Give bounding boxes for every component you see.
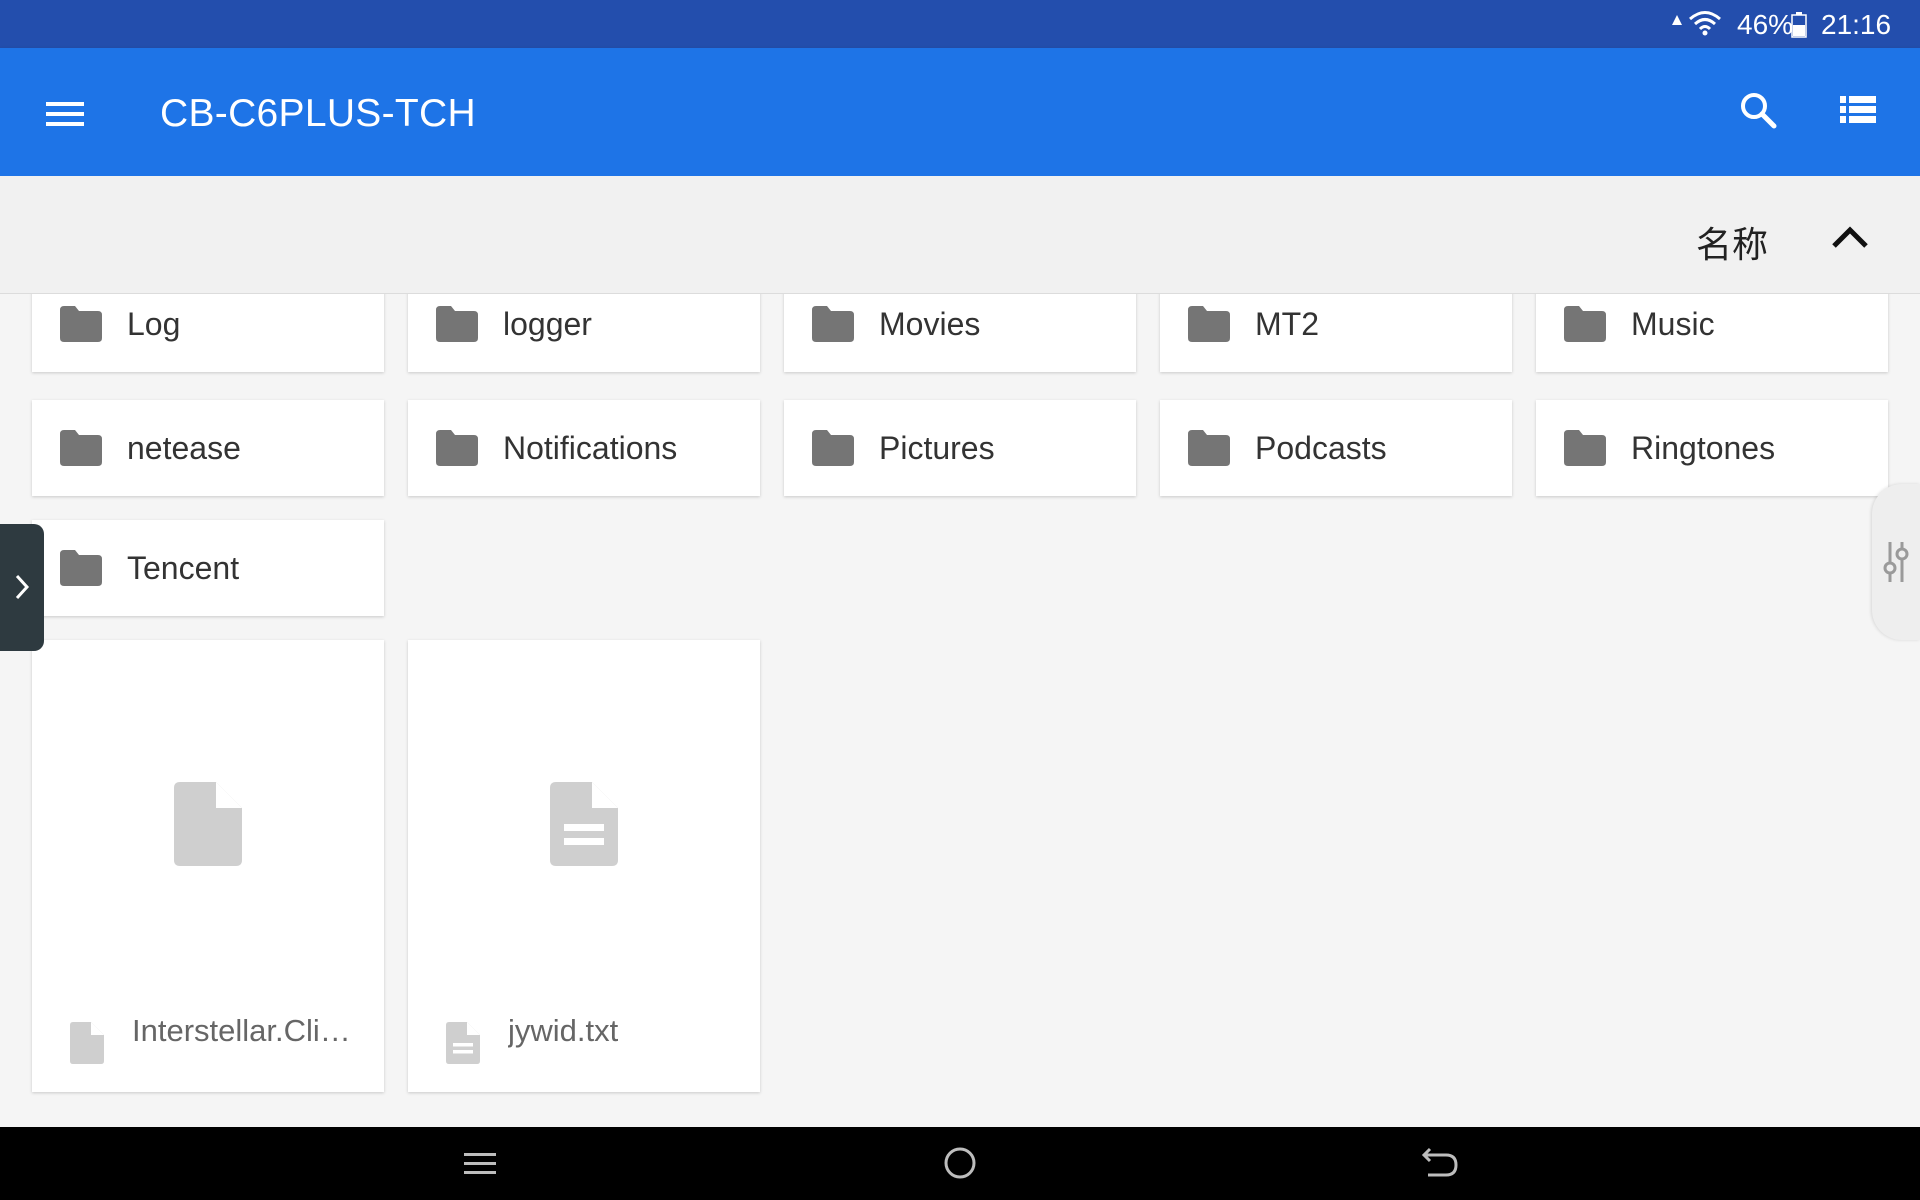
- folder-name: Movies: [879, 306, 981, 342]
- file-grid: Log logger Movies MT2 Music netease Noti…: [0, 294, 1920, 1127]
- folder-icon: [436, 430, 478, 466]
- back-icon: [1416, 1147, 1464, 1189]
- folder-name: Pictures: [879, 430, 995, 466]
- status-bar: 46% 21:16: [0, 0, 1920, 48]
- folder-icon: [1564, 306, 1606, 342]
- clock: 21:16: [1821, 9, 1892, 40]
- file-name: Interstellar.Cli…: [132, 1013, 351, 1048]
- home-button[interactable]: [936, 1141, 984, 1185]
- folder-icon: [1188, 306, 1230, 342]
- file-item[interactable]: jywid.txt: [408, 640, 760, 1092]
- folder-name: Podcasts: [1255, 430, 1387, 466]
- folder-item[interactable]: Movies: [784, 294, 1136, 372]
- home-icon: [936, 1147, 984, 1189]
- text-file-icon: [446, 1022, 480, 1064]
- folder-icon: [60, 550, 102, 586]
- app-bar: CB-C6PLUS-TCH: [0, 48, 1920, 176]
- signal-icon: [1672, 12, 1682, 30]
- folder-item[interactable]: Log: [32, 294, 384, 372]
- sort-direction-button[interactable]: [1826, 214, 1874, 262]
- folder-name: Music: [1631, 306, 1715, 342]
- battery-icon: [1791, 12, 1807, 43]
- text-file-icon: [550, 782, 618, 866]
- folder-item[interactable]: netease: [32, 400, 384, 496]
- folder-name: MT2: [1255, 306, 1319, 342]
- folder-item[interactable]: MT2: [1160, 294, 1512, 372]
- folder-icon: [1188, 430, 1230, 466]
- folder-item[interactable]: Music: [1536, 294, 1888, 372]
- sidebar-handle[interactable]: [1872, 484, 1920, 640]
- sort-by-name-button[interactable]: 名称: [1696, 216, 1768, 268]
- folder-icon: [60, 306, 102, 342]
- folder-name: netease: [127, 430, 241, 466]
- folder-icon: [812, 430, 854, 466]
- folder-name: Notifications: [503, 430, 678, 466]
- folder-name: Ringtones: [1631, 430, 1776, 466]
- list-view-icon: [1834, 96, 1882, 140]
- search-button[interactable]: [1736, 88, 1784, 136]
- folder-icon: [812, 306, 854, 342]
- file-manager-screen: 46% 21:16 CB-C6PLUS-TCH 名称 Log logger Mo…: [0, 0, 1920, 1200]
- search-icon: [1736, 93, 1784, 140]
- wifi-icon: [1688, 10, 1722, 41]
- folder-icon: [1564, 430, 1606, 466]
- folder-icon: [60, 430, 102, 466]
- drawer-handle[interactable]: [0, 524, 44, 651]
- recents-button[interactable]: [456, 1141, 504, 1185]
- file-icon: [174, 782, 242, 866]
- folder-item[interactable]: Ringtones: [1536, 400, 1888, 496]
- page-title: CB-C6PLUS-TCH: [160, 92, 476, 135]
- back-button[interactable]: [1416, 1141, 1464, 1185]
- folder-name: logger: [503, 306, 592, 342]
- folder-item[interactable]: logger: [408, 294, 760, 372]
- file-icon: [70, 1022, 104, 1064]
- recents-icon: [456, 1153, 504, 1189]
- folder-name: Log: [127, 306, 181, 342]
- menu-button[interactable]: [46, 88, 98, 136]
- sort-bar: 名称: [0, 176, 1920, 294]
- folder-item[interactable]: Pictures: [784, 400, 1136, 496]
- folder-item[interactable]: Notifications: [408, 400, 760, 496]
- file-item[interactable]: Interstellar.Cli…: [32, 640, 384, 1092]
- view-toggle-button[interactable]: [1834, 88, 1882, 136]
- menu-icon: [46, 102, 86, 140]
- folder-item[interactable]: Podcasts: [1160, 400, 1512, 496]
- navigation-bar: [0, 1127, 1920, 1200]
- folder-icon: [436, 306, 478, 342]
- folder-item[interactable]: Tencent: [32, 520, 384, 616]
- folder-name: Tencent: [127, 550, 240, 586]
- battery-percent: 46%: [1737, 9, 1794, 40]
- chevron-up-icon: [1826, 226, 1874, 266]
- file-name: jywid.txt: [508, 1013, 619, 1048]
